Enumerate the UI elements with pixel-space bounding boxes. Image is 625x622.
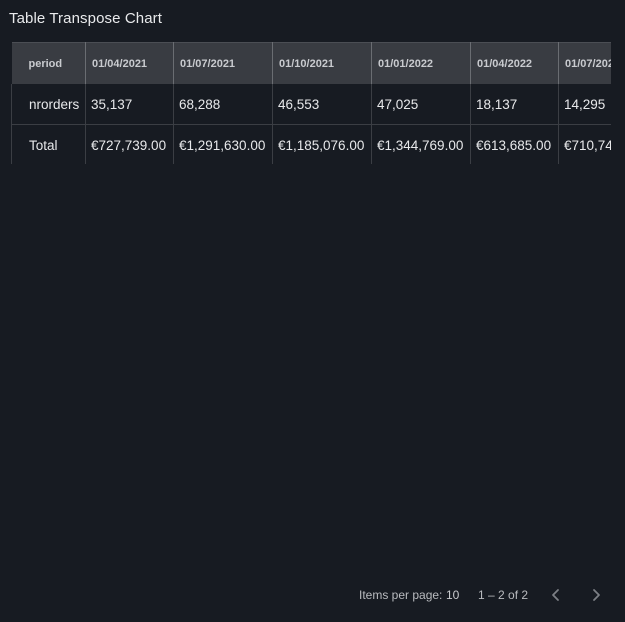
table-header-row: period 01/04/2021 01/07/2021 01/10/2021 … [11, 42, 611, 84]
chevron-left-icon [552, 589, 559, 601]
column-header[interactable]: 01/07/2022 [558, 42, 611, 84]
column-header[interactable]: 01/10/2021 [272, 42, 372, 84]
table-cell: €1,185,076.00 [272, 124, 372, 164]
table-row: nrorders 35,137 68,288 46,553 47,025 18,… [11, 84, 611, 125]
table-cell: €710,74 [558, 124, 611, 164]
table-row: Total €727,739.00 €1,291,630.00 €1,185,0… [11, 124, 611, 164]
table-cell: 47,025 [371, 84, 471, 125]
table-cell: 14,295 [558, 84, 611, 125]
chart-panel: Table Transpose Chart period 01/04/2021 … [0, 0, 625, 622]
column-header[interactable]: 01/04/2021 [85, 42, 174, 84]
column-header[interactable]: 01/04/2022 [470, 42, 559, 84]
table-cell: 35,137 [85, 84, 174, 125]
chart-title: Table Transpose Chart [9, 10, 163, 27]
row-label-cell: nrorders [11, 84, 86, 125]
table-cell: €1,291,630.00 [173, 124, 273, 164]
table-cell: €727,739.00 [85, 124, 174, 164]
items-per-page-select[interactable]: 10 [446, 588, 459, 602]
table-cell: €613,685.00 [470, 124, 559, 164]
next-page-button[interactable] [583, 582, 609, 608]
column-header[interactable]: period [11, 42, 86, 84]
previous-page-button[interactable] [543, 582, 569, 608]
row-label-cell: Total [11, 124, 86, 164]
column-header[interactable]: 01/01/2022 [371, 42, 471, 84]
column-header[interactable]: 01/07/2021 [173, 42, 273, 84]
table-cell: €1,344,769.00 [371, 124, 471, 164]
table-cell: 18,137 [470, 84, 559, 125]
paginator: Items per page: 10 1 – 2 of 2 [0, 576, 625, 614]
table-cell: 68,288 [173, 84, 273, 125]
table-cell: 46,553 [272, 84, 372, 125]
transpose-table: period 01/04/2021 01/07/2021 01/10/2021 … [11, 42, 611, 164]
table-container[interactable]: period 01/04/2021 01/07/2021 01/10/2021 … [11, 42, 611, 164]
items-per-page-label: Items per page: [359, 588, 443, 602]
page-range-label: 1 – 2 of 2 [478, 588, 529, 602]
chevron-right-icon [593, 589, 600, 601]
